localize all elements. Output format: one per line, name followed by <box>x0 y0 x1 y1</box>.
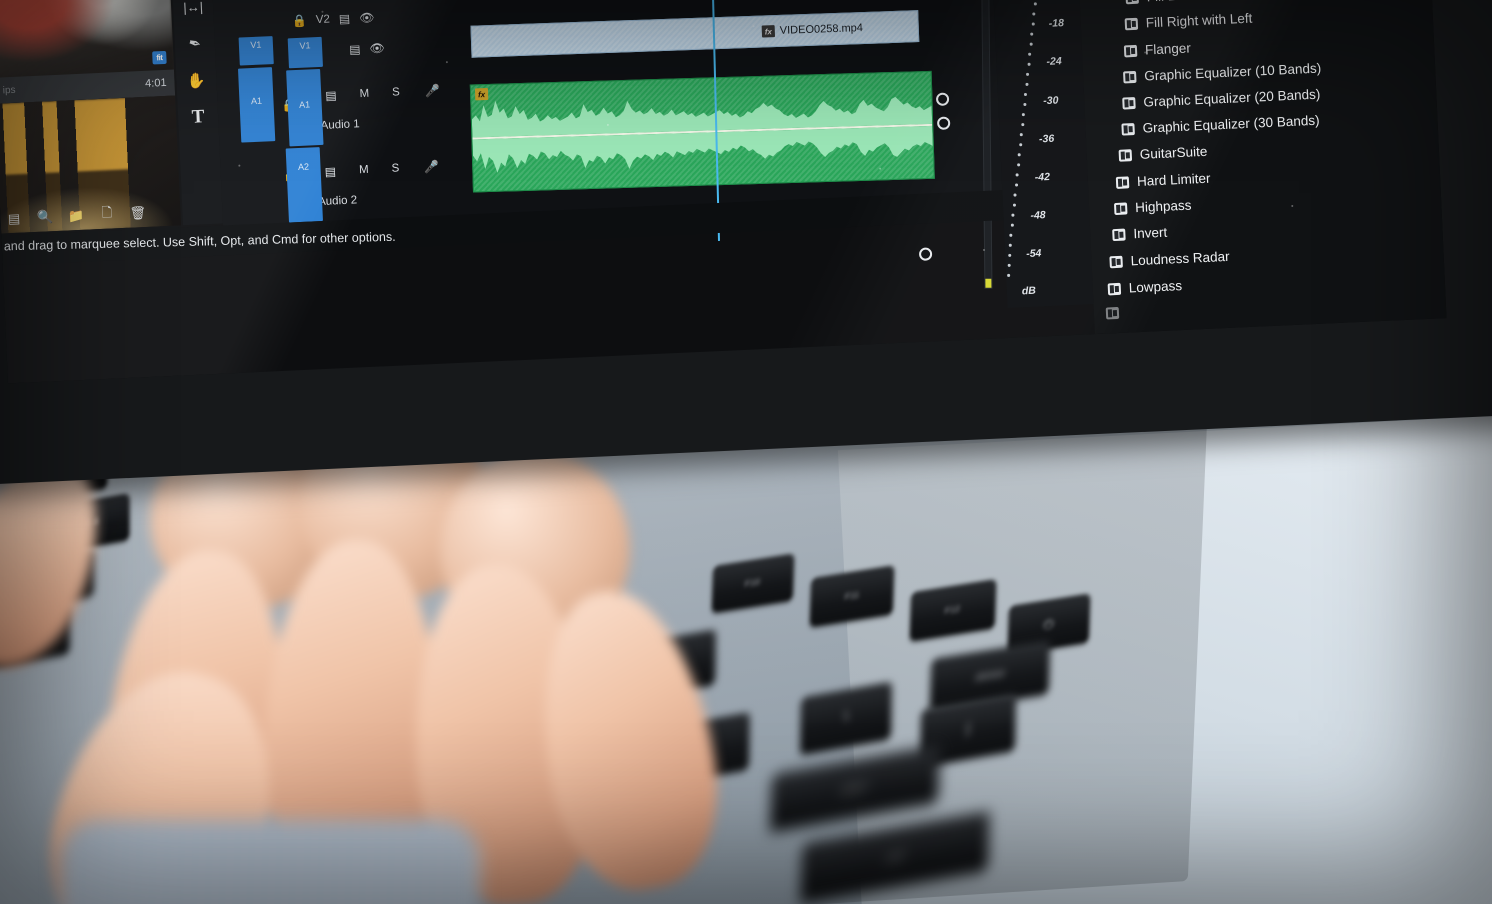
photo-vignette <box>0 0 1492 904</box>
screenshot-root: F3 $ 4 R F F10 F11 F12 ⏻ delete \ | <box>0 0 1492 904</box>
